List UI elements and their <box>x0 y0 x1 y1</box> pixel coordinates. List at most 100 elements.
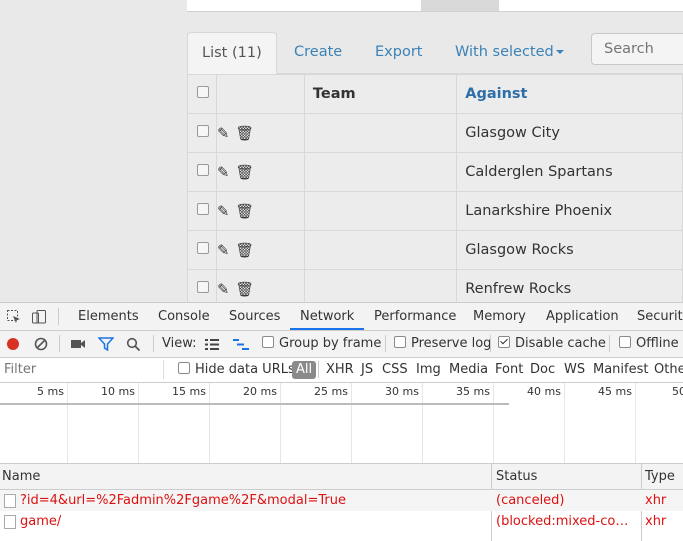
filter-type-all[interactable]: All <box>292 361 317 379</box>
filter-bar: Hide data URLs All XHR JS CSS Img Media … <box>0 358 683 383</box>
tab-network[interactable]: Network <box>290 303 365 330</box>
against-cell: Renfrew Rocks <box>456 269 683 302</box>
timeline-gridline <box>422 383 423 463</box>
column-name[interactable]: Name <box>2 464 40 489</box>
tab-create[interactable]: Create <box>294 32 342 73</box>
filter-type-js[interactable]: JS <box>361 358 373 382</box>
row-actions: ✎ 🗑 <box>216 269 305 302</box>
pencil-icon[interactable]: ✎ <box>217 243 229 259</box>
disable-cache-checkbox[interactable] <box>498 336 510 348</box>
against-header-label: Against <box>465 86 528 102</box>
tab-console[interactable]: Console <box>158 303 210 330</box>
filter-input[interactable] <box>0 360 164 379</box>
row-select-cell <box>186 113 218 153</box>
document-icon <box>4 515 16 529</box>
network-toolbar: View: Group by frame Preserve log Disabl… <box>0 331 683 358</box>
against-value: Glasgow Rocks <box>465 242 574 258</box>
team-cell <box>303 113 458 153</box>
request-type: xhr <box>645 493 667 508</box>
timeline-gridline <box>280 383 281 463</box>
disable-cache-label: Disable cache <box>515 336 606 351</box>
team-header[interactable]: Team <box>303 74 458 114</box>
filter-type-font[interactable]: Font <box>495 358 523 382</box>
network-timeline[interactable]: 5 ms 10 ms 15 ms 20 ms 25 ms 30 ms 35 ms… <box>0 383 683 464</box>
preserve-log-option[interactable]: Preserve log <box>394 331 491 357</box>
tab-list[interactable]: List (11) <box>187 32 277 74</box>
record-icon[interactable] <box>5 336 21 352</box>
offline-option[interactable]: Offline <box>619 331 679 357</box>
row-checkbox[interactable] <box>197 281 209 293</box>
team-cell <box>303 191 458 231</box>
team-value <box>305 125 313 141</box>
tab-performance[interactable]: Performance <box>374 303 456 330</box>
tab-with-selected[interactable]: With selected <box>455 32 564 73</box>
filter-type-xhr[interactable]: XHR <box>326 358 354 382</box>
row-checkbox[interactable] <box>197 125 209 137</box>
disable-cache-option[interactable]: Disable cache <box>498 331 606 357</box>
search-input[interactable] <box>591 33 683 65</box>
hide-data-urls-checkbox[interactable] <box>178 362 190 374</box>
against-header[interactable]: Against <box>456 74 683 114</box>
select-all-checkbox[interactable] <box>197 86 209 98</box>
row-checkbox[interactable] <box>197 242 209 254</box>
preserve-log-checkbox[interactable] <box>394 336 406 348</box>
row-checkbox[interactable] <box>197 203 209 215</box>
inspect-element-icon[interactable] <box>6 309 22 325</box>
pencil-icon[interactable]: ✎ <box>217 126 229 142</box>
filter-type-manifest[interactable]: Manifest <box>593 358 648 382</box>
row-checkbox[interactable] <box>197 164 209 176</box>
filter-icon[interactable] <box>98 337 114 351</box>
filter-type-media[interactable]: Media <box>449 358 488 382</box>
large-rows-icon[interactable] <box>205 339 219 350</box>
trash-icon[interactable]: 🗑 <box>235 282 253 298</box>
tab-application[interactable]: Application <box>546 303 619 330</box>
filter-type-doc[interactable]: Doc <box>530 358 555 382</box>
team-cell <box>303 269 458 302</box>
tab-security[interactable]: Security <box>637 303 683 330</box>
timeline-tick-label: 30 ms <box>385 385 419 398</box>
screenshot-camera-icon[interactable] <box>70 337 86 351</box>
pencil-icon[interactable]: ✎ <box>217 204 229 220</box>
filter-separator <box>318 361 319 378</box>
column-type[interactable]: Type <box>645 464 675 489</box>
filter-type-css[interactable]: CSS <box>382 358 408 382</box>
pencil-icon[interactable]: ✎ <box>217 165 229 181</box>
request-row[interactable]: game/ (blocked:mixed-content) xhr <box>0 511 683 532</box>
column-status[interactable]: Status <box>496 464 537 489</box>
timeline-tick-label: 45 ms <box>598 385 632 398</box>
search-icon[interactable] <box>126 337 141 352</box>
trash-icon[interactable]: 🗑 <box>235 204 253 220</box>
filter-type-ws[interactable]: WS <box>564 358 585 382</box>
request-row[interactable]: ?id=4&url=%2Fadmin%2Fgame%2F&modal=True … <box>0 490 683 511</box>
trash-icon[interactable]: 🗑 <box>235 243 253 259</box>
toolbar-separator <box>385 335 386 352</box>
tab-export[interactable]: Export <box>375 32 422 73</box>
group-by-frame-label: Group by frame <box>279 336 382 351</box>
pencil-icon[interactable]: ✎ <box>217 282 229 298</box>
timeline-gridline <box>564 383 565 463</box>
request-name: game/ <box>20 514 62 529</box>
timeline-tick-label: 15 ms <box>172 385 206 398</box>
filter-type-img[interactable]: Img <box>416 358 441 382</box>
row-select-cell <box>186 230 218 270</box>
filter-type-other[interactable]: Other <box>654 358 683 382</box>
hide-data-urls-option[interactable]: Hide data URLs <box>178 358 295 382</box>
device-toolbar-icon[interactable] <box>31 309 47 325</box>
trash-icon[interactable]: 🗑 <box>235 165 253 181</box>
clear-icon[interactable] <box>33 336 49 352</box>
tab-sources[interactable]: Sources <box>229 303 280 330</box>
tab-memory[interactable]: Memory <box>473 303 526 330</box>
tab-elements[interactable]: Elements <box>78 303 139 330</box>
against-value: Lanarkshire Phoenix <box>465 203 613 219</box>
trash-icon[interactable]: 🗑 <box>235 126 253 142</box>
row-select-cell <box>186 152 218 192</box>
group-by-frame-option[interactable]: Group by frame <box>262 331 381 357</box>
group-by-frame-checkbox[interactable] <box>262 336 274 348</box>
select-all-cell <box>186 74 218 114</box>
records-table: Team Against ✎ 🗑 Glasgow City ✎ 🗑 Caldergl… <box>186 74 683 302</box>
row-actions: ✎ 🗑 <box>216 191 305 231</box>
admin-page: List (11) Create Export With selected Te… <box>0 0 683 302</box>
timeline-tick-label: 50 <box>672 385 683 398</box>
offline-checkbox[interactable] <box>619 336 631 348</box>
waterfall-overview-icon[interactable] <box>233 339 249 350</box>
